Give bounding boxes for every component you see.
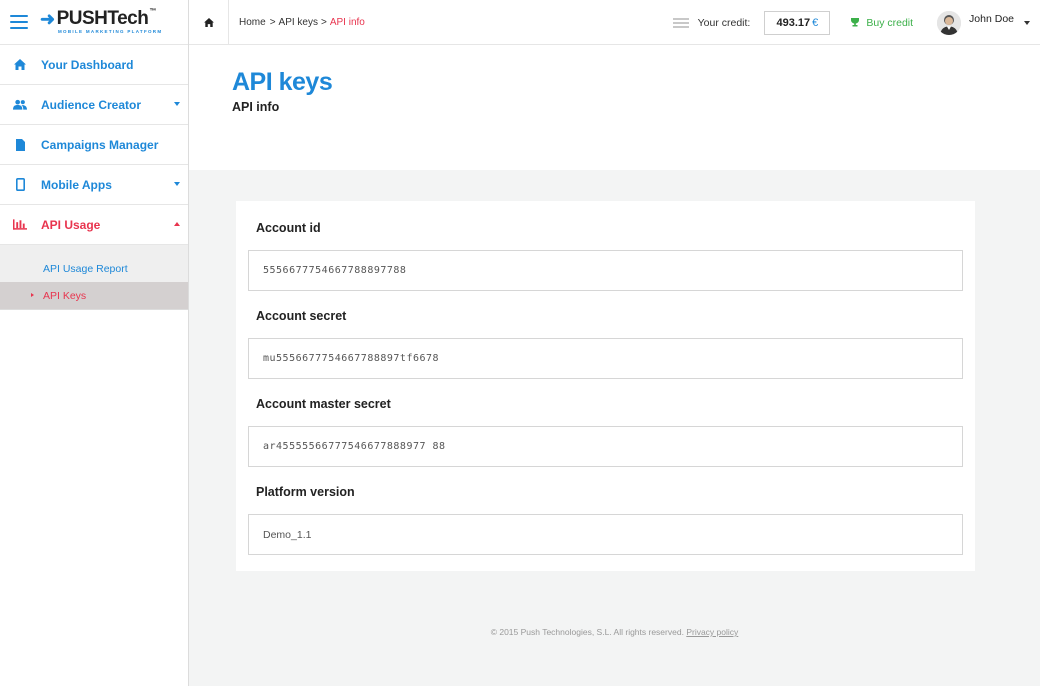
sidebar-item-audience-creator[interactable]: Audience Creator xyxy=(0,85,188,125)
logo-text: PUSHTech xyxy=(56,8,149,30)
breadcrumb-current: API info xyxy=(329,16,365,28)
account-master-secret-field[interactable]: ar45555566777546677888977 88 xyxy=(248,426,963,467)
avatar xyxy=(937,10,962,35)
chevron-down-icon xyxy=(174,102,180,106)
home-button[interactable] xyxy=(189,0,229,45)
field-label: Platform version xyxy=(256,485,355,499)
document-icon xyxy=(13,138,27,152)
page-header: API keys API info xyxy=(189,46,1040,170)
trophy-icon xyxy=(851,17,860,26)
logo-tagline: MOBILE MARKETING PLATFORM xyxy=(58,29,163,35)
api-info-card: Account id 5556677754667788897788 Accoun… xyxy=(236,201,975,571)
sidebar-item-api-usage[interactable]: API Usage xyxy=(0,205,188,245)
field-platform-version: Platform version Demo_1.1 xyxy=(248,483,963,555)
sidebar-item-label: Your Dashboard xyxy=(41,57,134,72)
field-account-master-secret: Account master secret ar4555556677754667… xyxy=(248,395,963,467)
sidebar-item-mobile-apps[interactable]: Mobile Apps xyxy=(0,165,188,205)
copyright-text: © 2015 Push Technologies, S.L. All right… xyxy=(490,627,684,637)
currency-symbol: € xyxy=(812,16,819,29)
home-icon xyxy=(13,58,27,72)
breadcrumb-home[interactable]: Home xyxy=(239,17,266,28)
footer: © 2015 Push Technologies, S.L. All right… xyxy=(189,627,1040,637)
credit-value-box: 493.17 € xyxy=(764,10,831,35)
buy-credit-label: Buy credit xyxy=(866,16,914,29)
users-icon xyxy=(13,98,27,112)
buy-credit-button[interactable]: Buy credit xyxy=(850,17,913,29)
chevron-down-icon xyxy=(174,182,180,186)
chevron-down-icon xyxy=(1024,20,1030,25)
submenu-item-api-keys[interactable]: API Keys xyxy=(0,282,188,309)
breadcrumb: Home > API keys > API info xyxy=(229,17,365,28)
top-bar: Home > API keys > API info Your credit: … xyxy=(189,0,1040,45)
active-bullet-icon xyxy=(31,293,34,297)
field-account-secret: Account secret mu5556677754667788897tf66… xyxy=(248,307,963,379)
breadcrumb-api-keys[interactable]: API keys xyxy=(279,17,318,28)
breadcrumb-separator: > xyxy=(321,16,327,28)
sidebar-item-label: API Usage xyxy=(41,217,101,232)
bar-chart-icon xyxy=(13,218,27,232)
brand-bar: ➜ PUSHTech ™ MOBILE MARKETING PLATFORM xyxy=(0,0,188,45)
credit-card-icon xyxy=(672,17,689,28)
chevron-up-icon xyxy=(174,222,180,226)
sidebar-item-label: Campaigns Manager xyxy=(41,137,159,152)
breadcrumb-separator: > xyxy=(269,16,276,28)
hamburger-menu-icon[interactable] xyxy=(10,15,28,29)
account-secret-field[interactable]: mu5556677754667788897tf6678 xyxy=(248,338,963,379)
field-label: Account master secret xyxy=(256,397,391,411)
sidebar-item-dashboard[interactable]: Your Dashboard xyxy=(0,45,188,85)
credit-label: Your credit: xyxy=(697,16,751,29)
user-menu[interactable]: John Doe xyxy=(937,10,1030,35)
logo-trademark: ™ xyxy=(149,8,156,16)
credit-value: 493.17 xyxy=(776,16,811,29)
submenu-item-label: API Usage Report xyxy=(43,262,128,275)
sidebar-item-label: Audience Creator xyxy=(41,97,142,112)
submenu-item-api-usage-report[interactable]: API Usage Report xyxy=(0,255,188,282)
field-account-id: Account id 5556677754667788897788 xyxy=(248,219,963,291)
main-content: Account id 5556677754667788897788 Accoun… xyxy=(189,170,1040,686)
sidebar-item-label: Mobile Apps xyxy=(41,177,112,192)
field-label: Account id xyxy=(256,221,321,235)
topbar-right: Your credit: 493.17 € Buy credit John Do… xyxy=(672,0,1040,45)
sidebar-item-campaigns-manager[interactable]: Campaigns Manager xyxy=(0,125,188,165)
privacy-policy-link[interactable]: Privacy policy xyxy=(686,627,738,637)
sidebar: ➜ PUSHTech ™ MOBILE MARKETING PLATFORM Y… xyxy=(0,0,189,686)
logo[interactable]: ➜ PUSHTech ™ MOBILE MARKETING PLATFORM xyxy=(40,8,163,35)
account-id-field[interactable]: 5556677754667788897788 xyxy=(248,250,963,291)
logo-arrow-icon: ➜ xyxy=(40,8,55,29)
mobile-icon xyxy=(13,178,27,192)
user-name: John Doe xyxy=(969,12,1014,25)
page-subtitle: API info xyxy=(232,100,280,114)
field-label: Account secret xyxy=(256,309,347,323)
submenu-item-label: API Keys xyxy=(43,289,87,302)
page-title: API keys xyxy=(232,68,333,96)
api-usage-submenu: API Usage Report API Keys xyxy=(0,245,188,310)
platform-version-field[interactable]: Demo_1.1 xyxy=(248,514,963,555)
home-icon xyxy=(203,17,214,27)
